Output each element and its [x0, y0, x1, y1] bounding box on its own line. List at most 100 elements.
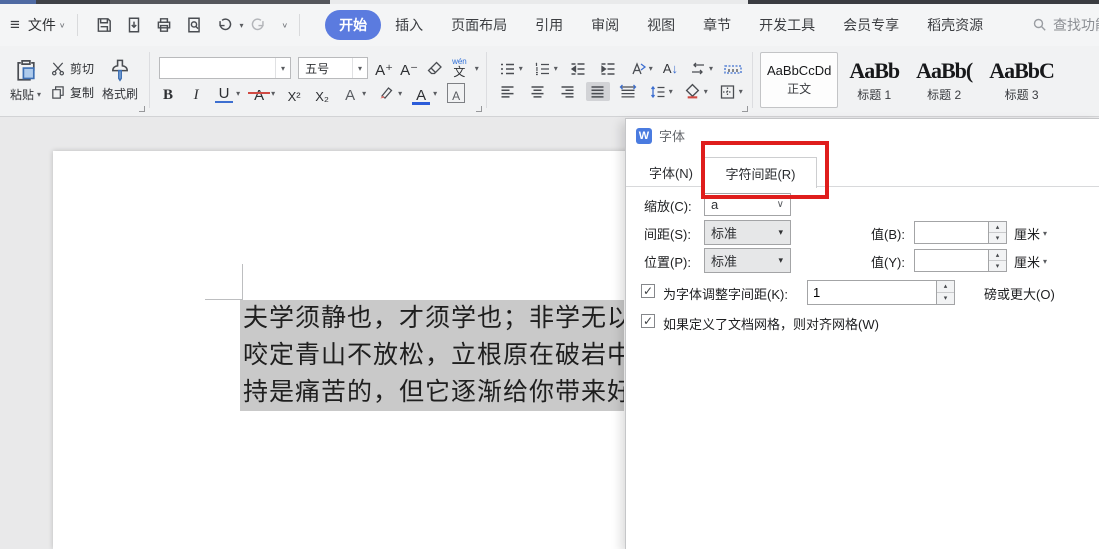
undo-dropdown-icon[interactable]: ▾: [240, 21, 244, 30]
subscript-button[interactable]: X₂: [313, 83, 331, 103]
position-dropdown-icon[interactable]: ▾: [778, 255, 790, 266]
scale-chevron-icon[interactable]: ∨: [777, 199, 790, 210]
highlight-dropdown-icon[interactable]: ▾: [398, 89, 402, 98]
font-size-combobox[interactable]: 五号 ▾: [298, 57, 368, 79]
font-name-dropdown-icon[interactable]: ▾: [275, 58, 290, 78]
character-border-button[interactable]: A: [447, 83, 465, 103]
export-button[interactable]: [124, 15, 144, 35]
tab-font[interactable]: 字体(N): [638, 157, 704, 187]
justify-button[interactable]: [586, 82, 610, 101]
align-left-button[interactable]: [496, 82, 520, 101]
text-effects-dropdown-icon[interactable]: ▾: [362, 89, 366, 98]
selected-paragraph[interactable]: 夫学须静也，才须学也；非学无以广才， 咬定青山不放松，立根原在破岩中；千 持是痛…: [240, 300, 624, 411]
spin-up-icon[interactable]: ▴: [937, 281, 954, 293]
snap-to-grid-checkbox[interactable]: ✓: [641, 314, 655, 328]
kerning-input[interactable]: [807, 280, 937, 305]
document-line[interactable]: 持是痛苦的，但它逐渐给你带来好处。: [240, 374, 624, 411]
kerning-spinner[interactable]: ▴▾: [937, 280, 955, 305]
undo-button[interactable]: [214, 15, 234, 35]
kerning-checkbox[interactable]: ✓: [641, 284, 655, 298]
customize-toolbar-chevron-icon[interactable]: ∨: [282, 21, 289, 30]
tab-references[interactable]: 引用: [521, 10, 577, 40]
font-size-dropdown-icon[interactable]: ▾: [352, 58, 367, 78]
spacing-dropdown-icon[interactable]: ▾: [778, 227, 790, 238]
sort-button[interactable]: A↓: [661, 60, 680, 77]
font-color-button[interactable]: A: [412, 83, 430, 103]
copy-button[interactable]: 复制: [49, 84, 94, 101]
spin-up-icon[interactable]: ▴: [989, 250, 1006, 261]
tab-docer-resources[interactable]: 稻壳资源: [913, 10, 997, 40]
text-direction-button[interactable]: ▾: [626, 59, 655, 78]
underline-button[interactable]: U: [215, 83, 233, 103]
style-heading-2[interactable]: AaBb( 标题 2: [910, 52, 978, 108]
redo-button[interactable]: [249, 15, 269, 35]
unit-dropdown-icon[interactable]: ▾: [1043, 229, 1047, 238]
value-y-unit[interactable]: 厘米▾: [1014, 252, 1047, 271]
increase-indent-button[interactable]: [596, 59, 620, 78]
tab-member-exclusive[interactable]: 会员专享: [829, 10, 913, 40]
line-spacing-button[interactable]: ▾: [646, 82, 675, 101]
document-line[interactable]: 咬定青山不放松，立根原在破岩中；千: [240, 337, 624, 374]
paste-dropdown-icon[interactable]: ▾: [37, 90, 41, 99]
highlight-color-button[interactable]: [376, 85, 396, 102]
spin-down-icon[interactable]: ▾: [937, 293, 954, 304]
tab-insert[interactable]: 插入: [381, 10, 437, 40]
tab-page-layout[interactable]: 页面布局: [437, 10, 521, 40]
underline-dropdown-icon[interactable]: ▾: [236, 89, 240, 98]
style-heading-1[interactable]: AaBb 标题 1: [843, 52, 905, 108]
distribute-button[interactable]: [616, 82, 640, 101]
tab-section[interactable]: 章节: [689, 10, 745, 40]
search-box[interactable]: 查找功能: [1032, 15, 1099, 35]
clipboard-dialog-launcher[interactable]: [139, 106, 145, 112]
italic-button[interactable]: I: [187, 83, 205, 103]
spin-up-icon[interactable]: ▴: [989, 222, 1006, 233]
shrink-font-button[interactable]: A⁻: [400, 58, 418, 78]
print-preview-button[interactable]: [184, 15, 204, 35]
bullet-list-button[interactable]: ▾: [496, 59, 525, 78]
style-heading-3[interactable]: AaBbC 标题 3: [983, 52, 1060, 108]
pinyin-dropdown-icon[interactable]: ▾: [475, 64, 479, 73]
spin-down-icon[interactable]: ▾: [989, 233, 1006, 243]
align-right-button[interactable]: [556, 82, 580, 101]
file-menu-button[interactable]: 文件: [28, 15, 56, 35]
paste-button[interactable]: 粘贴▾: [6, 55, 45, 105]
strikethrough-button[interactable]: A: [250, 83, 268, 103]
scale-combobox[interactable]: a ∨: [704, 193, 791, 216]
spacing-combobox[interactable]: 标准 ▾: [704, 220, 791, 245]
hamburger-menu-icon[interactable]: ≡: [10, 15, 20, 35]
text-effects-button[interactable]: A: [341, 83, 359, 103]
style-normal[interactable]: AaBbCcDd 正文: [760, 52, 838, 108]
shading-button[interactable]: ▾: [681, 82, 710, 101]
font-color-dropdown-icon[interactable]: ▾: [433, 89, 437, 98]
clear-format-button[interactable]: [425, 60, 445, 77]
strikethrough-dropdown-icon[interactable]: ▾: [271, 89, 275, 98]
spin-down-icon[interactable]: ▾: [989, 261, 1006, 271]
value-b-unit[interactable]: 厘米▾: [1014, 224, 1047, 243]
unit-dropdown-icon[interactable]: ▾: [1043, 257, 1047, 266]
document-line[interactable]: 夫学须静也，才须学也；非学无以广才，: [240, 300, 624, 337]
value-y-input[interactable]: [914, 249, 989, 272]
decrease-indent-button[interactable]: [566, 59, 590, 78]
save-button[interactable]: [94, 15, 114, 35]
tab-character-spacing[interactable]: 字符间距(R): [704, 157, 817, 188]
pinyin-guide-button[interactable]: wén 文: [452, 58, 467, 78]
tab-view[interactable]: 视图: [633, 10, 689, 40]
format-painter-button[interactable]: 格式刷: [98, 56, 142, 104]
tab-review[interactable]: 审阅: [577, 10, 633, 40]
value-b-input[interactable]: [914, 221, 989, 244]
tab-ruler-button[interactable]: [721, 59, 745, 78]
grow-font-button[interactable]: A⁺: [375, 58, 393, 78]
tab-home[interactable]: 开始: [325, 10, 381, 40]
borders-button[interactable]: ▾: [716, 82, 745, 101]
cut-button[interactable]: 剪切: [49, 60, 94, 77]
tab-developer-tools[interactable]: 开发工具: [745, 10, 829, 40]
paragraph-dialog-launcher[interactable]: [742, 106, 748, 112]
file-chevron-icon[interactable]: ∨: [59, 21, 66, 30]
align-center-button[interactable]: [526, 82, 550, 101]
numbered-list-button[interactable]: ▾: [531, 59, 560, 78]
bold-button[interactable]: B: [159, 83, 177, 103]
position-combobox[interactable]: 标准 ▾: [704, 248, 791, 273]
value-y-spinner[interactable]: ▴▾: [989, 249, 1007, 272]
font-dialog-launcher[interactable]: [476, 106, 482, 112]
paragraph-layout-button[interactable]: ▾: [686, 59, 715, 78]
